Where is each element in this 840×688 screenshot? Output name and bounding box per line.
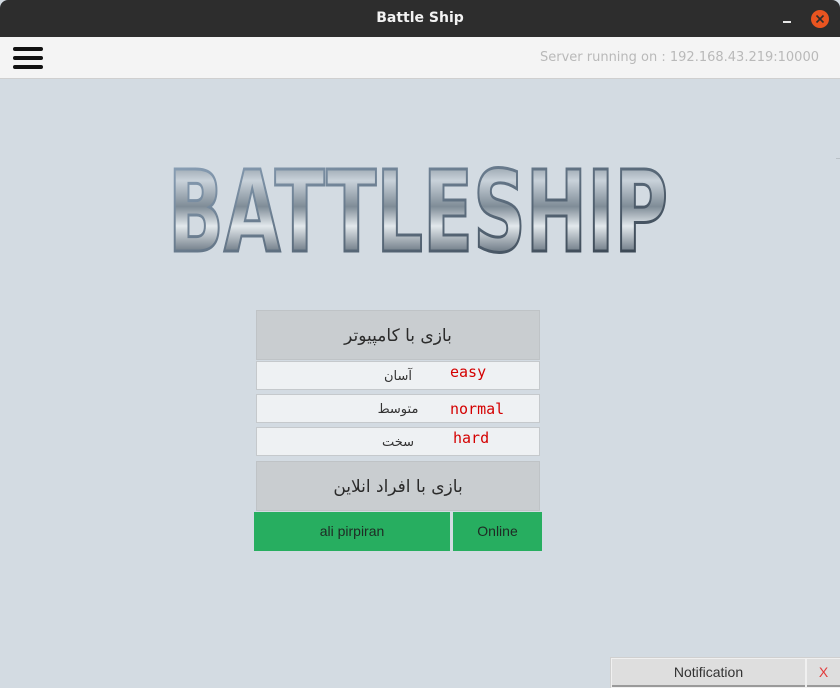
difficulty-normal-label: متوسط [377,402,419,417]
server-status: Server running on : 192.168.43.219:10000 [539,50,819,65]
minimize-icon [783,21,791,23]
app-window: Battle Ship Server running on : 192.168.… [0,0,840,688]
difficulty-easy-label: آسان [383,369,412,384]
toolbar: Server running on : 192.168.43.219:10000 [0,37,840,79]
close-window-button[interactable] [811,10,829,28]
online-user-status[interactable]: Online [453,512,542,551]
notification-close-button[interactable]: X [807,659,840,687]
window-edge [836,158,840,159]
logo-text: BATTLESHIP [168,158,668,260]
minimize-button[interactable] [776,9,798,29]
battleship-logo: BATTLESHIP [167,158,670,260]
window-title: Battle Ship [376,10,464,26]
notification-label[interactable]: Notification [612,659,805,687]
online-user-name[interactable]: ali pirpiran [254,512,450,551]
difficulty-hard-hint: hard [453,429,490,447]
difficulty-hard-label: سخت [381,435,415,450]
title-bar[interactable]: Battle Ship [0,0,840,37]
notification-bar: Notification X [610,657,840,688]
difficulty-hard-button[interactable]: سخت hard [256,427,540,456]
difficulty-normal-hint: normal [450,400,505,418]
play-computer-button[interactable]: بازی با کامپیوتر [256,310,540,360]
difficulty-easy-hint: easy [450,363,487,381]
hamburger-icon[interactable] [13,47,43,69]
play-online-button[interactable]: بازی با افراد انلاین [256,461,540,511]
close-icon [815,14,825,24]
play-online-label: بازی با افراد انلاین [333,477,463,497]
difficulty-normal-button[interactable]: متوسط normal [256,394,540,423]
difficulty-easy-button[interactable]: آسان easy [256,361,540,390]
play-computer-label: بازی با کامپیوتر [344,326,452,346]
